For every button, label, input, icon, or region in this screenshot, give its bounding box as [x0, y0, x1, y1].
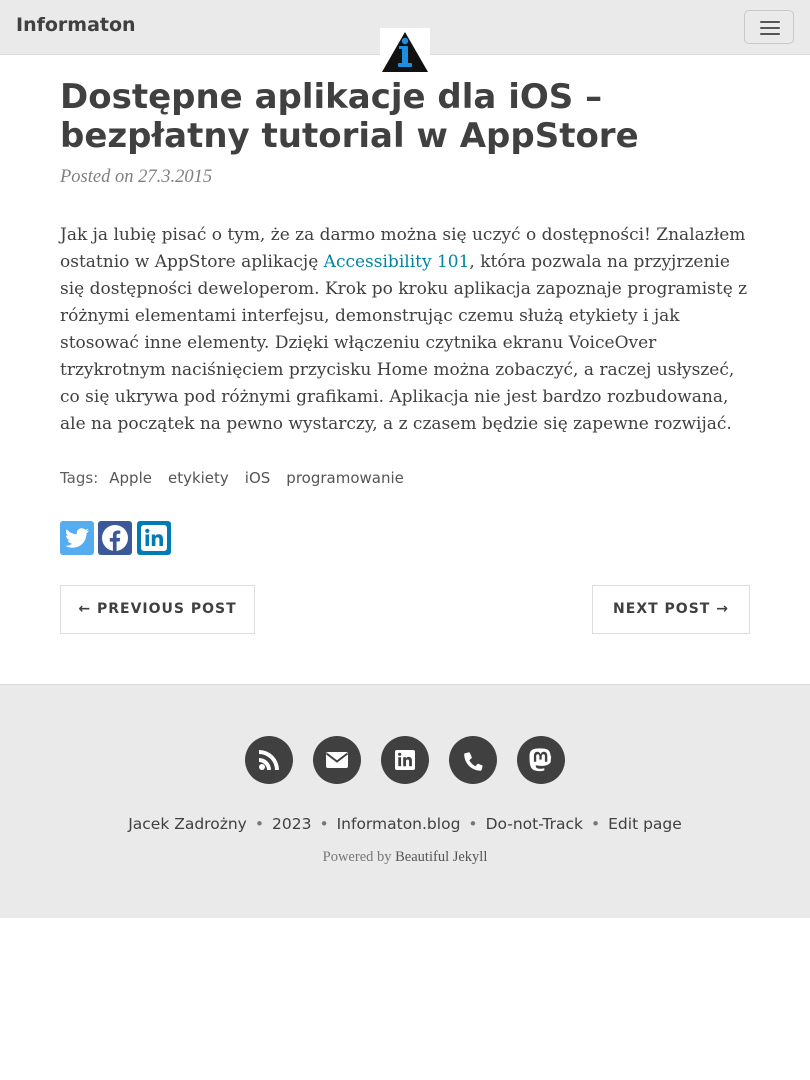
footer-separator: • [468, 815, 478, 833]
menu-toggle-button[interactable] [744, 10, 794, 44]
footer-separator: • [590, 815, 601, 833]
site-brand-link[interactable]: Informaton [16, 14, 136, 36]
footer-rss-link[interactable] [245, 736, 293, 784]
tags: Tags: Apple etykiety iOS programowanie [60, 469, 404, 487]
powered-by-label: Powered by [322, 849, 392, 865]
footer-dnt-link[interactable]: Do-not-Track [486, 815, 583, 833]
footer-meta: Jacek Zadrożny • 2023 • Informaton.blog • Do-n… [0, 815, 810, 833]
facebook-icon [102, 525, 128, 551]
tag-link[interactable]: programowanie [286, 469, 404, 487]
phone-icon [464, 752, 483, 771]
footer-edit-page-link[interactable]: Edit page [608, 815, 682, 833]
info-triangle-logo[interactable] [380, 28, 430, 75]
linkedin-icon [141, 525, 167, 551]
tag-link[interactable]: iOS [245, 469, 271, 487]
footer-email-link[interactable] [313, 736, 361, 784]
footer-phone-link[interactable] [449, 736, 497, 784]
post-body-text: , która pozwala na przyjrzenie się dostę… [60, 252, 748, 434]
beautiful-jekyll-link[interactable]: Beautiful Jekyll [395, 849, 487, 865]
linkedin-icon [395, 750, 415, 770]
twitter-icon [65, 528, 89, 548]
footer-linkedin-link[interactable] [381, 736, 429, 784]
accessibility-101-link[interactable]: Accessibility 101 [324, 252, 470, 272]
tags-label: Tags: [60, 469, 99, 487]
footer-separator: • [254, 815, 264, 833]
tag-link[interactable]: etykiety [168, 469, 229, 487]
post-title: Dostępne aplikacje dla iOS – bezpłatny t… [60, 77, 639, 156]
next-post-button[interactable]: NEXT POST → [592, 585, 750, 634]
envelope-icon [325, 752, 349, 768]
footer-year: 2023 [271, 815, 312, 833]
tag-link[interactable]: Apple [109, 469, 152, 487]
mastodon-icon [529, 748, 552, 772]
post-body: Jak ja lubię pisać o tym, że za darmo mo… [60, 222, 755, 438]
footer: Jacek Zadrożny • 2023 • Informaton.blog • Do-n… [0, 684, 810, 918]
share-facebook-button[interactable] [98, 521, 132, 555]
footer-site-link[interactable]: Informaton.blog [337, 815, 461, 833]
footer-mastodon-link[interactable] [517, 736, 565, 784]
rss-icon [259, 750, 279, 770]
share-twitter-button[interactable] [60, 521, 94, 555]
post-meta: Posted on 27.3.2015 [60, 167, 213, 187]
footer-powered-by: Powered by Beautiful Jekyll [0, 849, 810, 866]
footer-author: Jacek Zadrożny [128, 815, 247, 833]
previous-post-button[interactable]: ← PREVIOUS POST [60, 585, 255, 634]
share-linkedin-button[interactable] [137, 521, 171, 555]
footer-separator: • [319, 815, 329, 833]
